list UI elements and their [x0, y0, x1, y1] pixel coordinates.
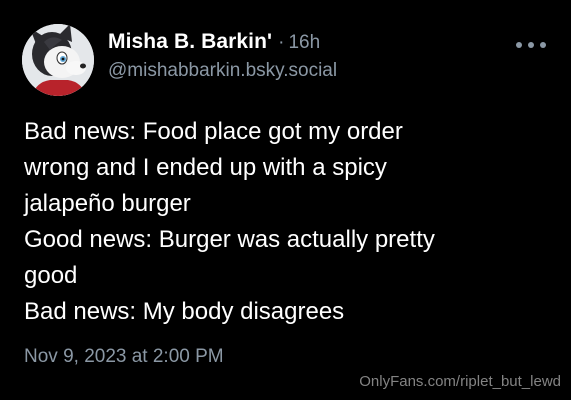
post-text-line: Good news: Burger was actually pretty: [24, 226, 435, 253]
post-text-line: Bad news: My body disagrees: [24, 298, 345, 325]
post-timestamp[interactable]: Nov 9, 2023 at 2:00 PM: [24, 346, 224, 368]
post-header: Misha B. Barkin' · 16h @mishabbarkin.bsk…: [108, 30, 337, 82]
post-text: Bad news: Food place got my order wrong …: [24, 114, 554, 330]
name-line: Misha B. Barkin' · 16h: [108, 30, 337, 54]
dot: [528, 42, 534, 48]
watermark: OnlyFans.com/riplet_but_lewd: [359, 373, 561, 390]
relative-time[interactable]: 16h: [288, 32, 320, 54]
post-text-line: good: [24, 262, 78, 289]
time-separator: ·: [278, 32, 285, 53]
dot: [516, 42, 522, 48]
more-options-icon[interactable]: [516, 37, 546, 53]
dot: [540, 42, 546, 48]
post-card: Misha B. Barkin' · 16h @mishabbarkin.bsk…: [0, 0, 571, 400]
display-name[interactable]: Misha B. Barkin': [108, 30, 272, 54]
furry-avatar-icon: [22, 24, 94, 96]
avatar[interactable]: [22, 24, 94, 96]
post-text-line: jalapeño burger: [24, 190, 191, 217]
user-handle[interactable]: @mishabbarkin.bsky.social: [108, 60, 337, 82]
post-text-line: Bad news: Food place got my order: [24, 118, 403, 145]
post-text-line: wrong and I ended up with a spicy: [24, 154, 387, 181]
